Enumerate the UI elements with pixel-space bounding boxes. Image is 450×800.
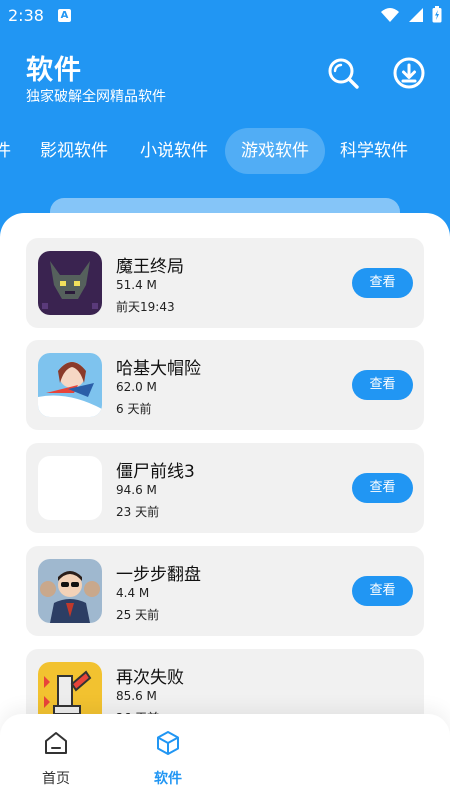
status-time: 2:38 [8, 6, 44, 25]
app-name: 哈基大帽险 [116, 359, 201, 379]
app-icon-step-by-step [38, 559, 102, 623]
app-name: 僵尸前线3 [116, 462, 195, 482]
tab-science-apps[interactable]: 科学软件 [340, 128, 408, 174]
app-size: 94.6 M [116, 483, 157, 497]
notification-a-icon: A [58, 9, 71, 22]
nav-software[interactable]: 软件 [128, 730, 208, 788]
app-icon-demon-king [38, 251, 102, 315]
app-time: 6 天前 [116, 402, 152, 416]
app-time: 前天19:43 [116, 300, 175, 314]
app-size: 85.6 M [116, 689, 157, 703]
tab-partial[interactable]: 件 [0, 128, 11, 174]
tab-game-apps[interactable]: 游戏软件 [225, 128, 325, 174]
app-name: 一步步翻盘 [116, 565, 201, 585]
view-button[interactable]: 查看 [352, 268, 413, 298]
list-item[interactable]: 哈基大帽险 62.0 M 6 天前 查看 [26, 340, 424, 430]
list-item[interactable]: 魔王终局 51.4 M 前天19:43 查看 [26, 238, 424, 328]
nav-software-label: 软件 [154, 771, 182, 787]
app-time: 25 天前 [116, 608, 160, 622]
view-button[interactable]: 查看 [352, 473, 413, 503]
tab-movie-apps[interactable]: 影视软件 [40, 128, 108, 174]
app-icon-hachi-cap [38, 353, 102, 417]
app-size: 62.0 M [116, 380, 157, 394]
app-name: 再次失败 [116, 668, 184, 688]
app-list-sheet: 魔王终局 51.4 M 前天19:43 查看 哈基大帽险 62.0 M 6 天前… [0, 213, 450, 800]
page-subtitle: 独家破解全网精品软件 [26, 89, 166, 105]
app-icon-blank [38, 456, 102, 520]
status-bar: 2:38 A [0, 0, 450, 32]
app-time: 23 天前 [116, 505, 160, 519]
nav-home[interactable]: 首页 [16, 730, 96, 788]
list-item[interactable]: 一步步翻盘 4.4 M 25 天前 查看 [26, 546, 424, 636]
search-icon [328, 58, 359, 89]
page-title: 软件 [26, 55, 82, 86]
search-button[interactable] [326, 56, 360, 90]
status-icons [380, 6, 442, 23]
signal-icon [409, 7, 423, 22]
nav-home-label: 首页 [42, 771, 70, 787]
download-icon [393, 57, 425, 89]
category-tabs: 件 影视软件 小说软件 游戏软件 科学软件 [0, 128, 450, 174]
app-name: 魔王终局 [116, 257, 184, 277]
wifi-icon [381, 7, 399, 22]
bottom-nav: 首页 软件 [0, 714, 450, 800]
cube-icon [157, 731, 179, 755]
view-button[interactable]: 查看 [352, 576, 413, 606]
app-size: 51.4 M [116, 278, 157, 292]
battery-icon [432, 6, 442, 23]
home-icon [45, 732, 67, 754]
view-button[interactable]: 查看 [352, 370, 413, 400]
list-item[interactable]: 僵尸前线3 94.6 M 23 天前 查看 [26, 443, 424, 533]
download-button[interactable] [392, 56, 426, 90]
tab-novel-apps[interactable]: 小说软件 [140, 128, 208, 174]
app-size: 4.4 M [116, 586, 150, 600]
